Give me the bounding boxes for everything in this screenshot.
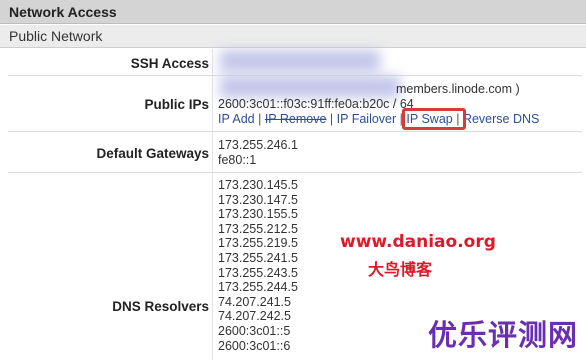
dns-resolvers-label: DNS Resolvers xyxy=(112,299,209,314)
dns-entry: 173.255.219.5 xyxy=(218,236,298,251)
watermark-url: www.daniao.org xyxy=(340,232,496,252)
public-ips-label: Public IPs xyxy=(144,97,209,112)
ip-failover-link[interactable]: IP Failover xyxy=(337,112,397,126)
dns-entry: 2600:3c01::5 xyxy=(218,323,291,338)
ip-remove-link[interactable]: IP Remove xyxy=(265,112,327,126)
dns-entry: 173.230.147.5 xyxy=(218,192,298,207)
dns-list: 173.230.145.5 173.230.147.5 173.230.155.… xyxy=(218,178,298,353)
redacted-ip-value xyxy=(220,76,400,98)
watermark-site-logo: 优乐评测网 xyxy=(428,318,579,352)
dns-entry: 2600:3c01::6 xyxy=(218,338,291,353)
redacted-ssh-value xyxy=(220,50,380,72)
ssh-access-label: SSH Access xyxy=(130,56,209,71)
separator: | xyxy=(329,112,337,126)
ip-add-link[interactable]: IP Add xyxy=(218,112,255,126)
section-title: Public Network xyxy=(0,25,586,48)
default-gateways-label: Default Gateways xyxy=(96,146,209,161)
dns-entry: 173.255.241.5 xyxy=(218,250,298,265)
dns-entry: 74.207.241.5 xyxy=(218,294,291,309)
row-divider xyxy=(8,131,582,132)
dns-entry: 173.255.244.5 xyxy=(218,280,298,295)
gateway-v4: 173.255.246.1 xyxy=(218,138,298,152)
column-divider xyxy=(212,49,213,360)
panel-title: Network Access xyxy=(0,0,586,24)
ip-actions: IP Add | IP Remove | IP Failover | IP Sw… xyxy=(218,112,539,126)
dns-entry: 173.230.145.5 xyxy=(218,178,298,192)
row-divider xyxy=(8,172,582,173)
host-suffix: members.linode.com ) xyxy=(396,82,520,96)
ipv6-address: 2600:3c01::f03c:91ff:fe0a:b20c / 64 xyxy=(218,97,414,111)
ip-swap-highlight xyxy=(402,108,466,130)
dns-entry: 74.207.242.5 xyxy=(218,309,291,324)
reverse-dns-link[interactable]: Reverse DNS xyxy=(463,112,539,126)
dns-entry: 173.255.212.5 xyxy=(218,221,298,236)
dns-entry: 173.230.155.5 xyxy=(218,207,298,222)
separator: | xyxy=(258,112,265,126)
watermark-blog-name: 大鸟博客 xyxy=(368,260,433,279)
dns-entry: 173.255.243.5 xyxy=(218,265,298,280)
gateway-v6: fe80::1 xyxy=(218,153,257,167)
